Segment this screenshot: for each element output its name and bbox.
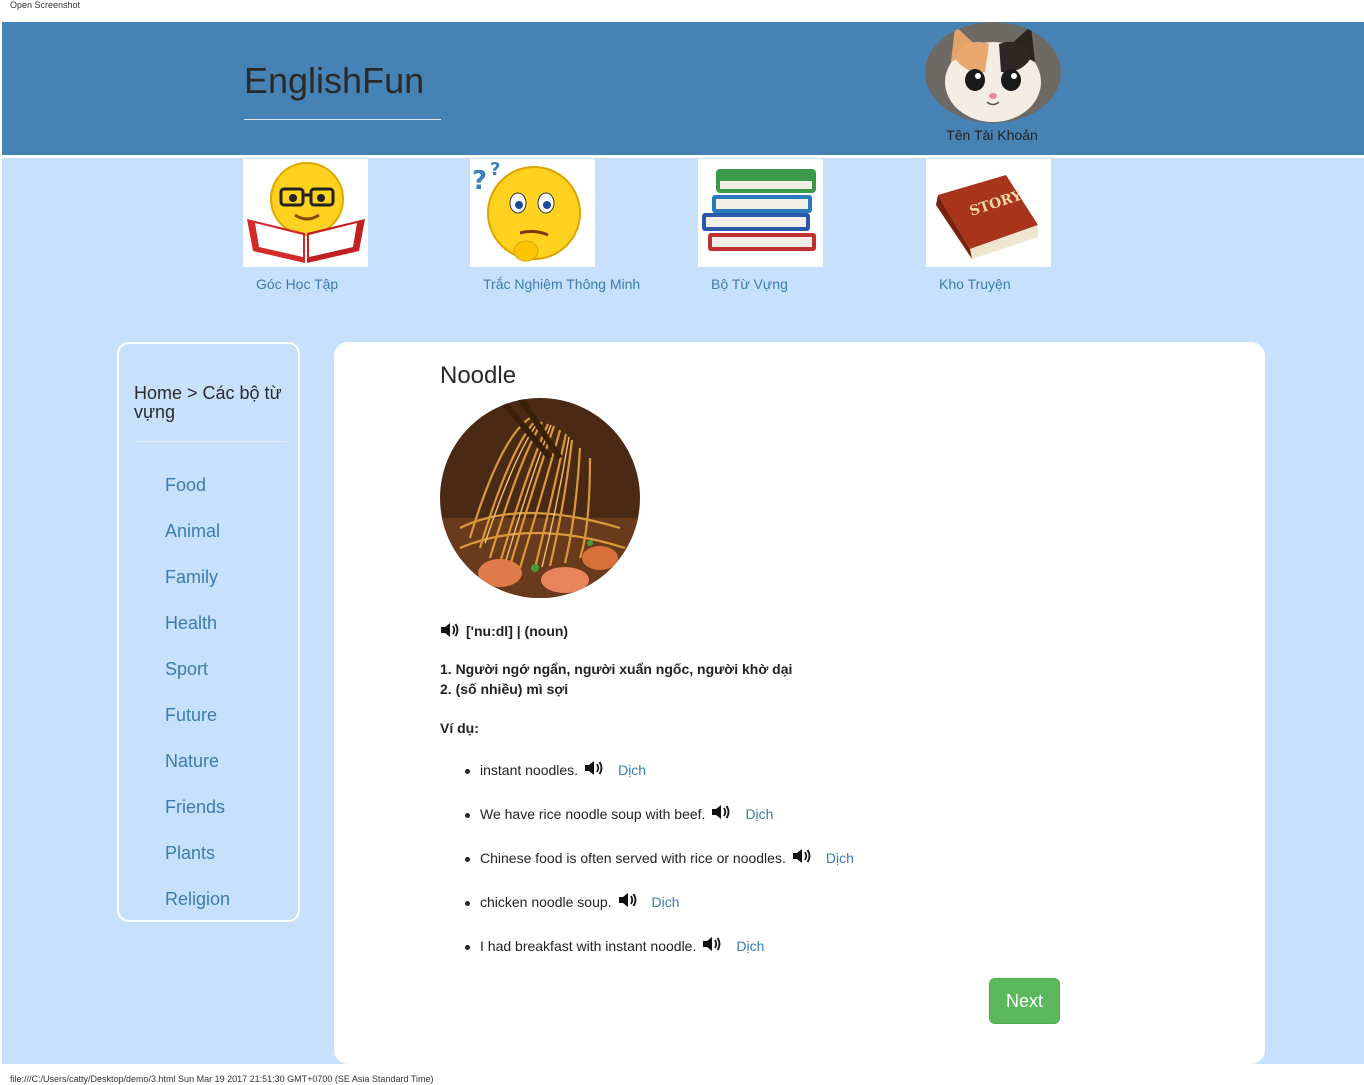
story-book-icon[interactable]: STORY bbox=[926, 159, 1051, 267]
examples-heading: Ví dụ: bbox=[440, 720, 479, 736]
sidebar-item-future[interactable]: Future bbox=[165, 705, 230, 751]
translate-link[interactable]: Dịch bbox=[826, 850, 854, 866]
speaker-icon[interactable] bbox=[584, 760, 604, 779]
breadcrumb[interactable]: Home > Các bộ từ vựng bbox=[134, 384, 294, 422]
header-banner bbox=[2, 22, 1364, 155]
example-item: instant noodles. Dịch bbox=[465, 760, 854, 806]
brand-logo[interactable]: EnglishFun bbox=[244, 60, 424, 102]
feature-goc-hoc-tap[interactable]: Góc Học Tập bbox=[243, 159, 368, 292]
example-item: chicken noodle soup. Dịch bbox=[465, 892, 854, 938]
cat-avatar-icon bbox=[925, 22, 1061, 123]
example-item: Chinese food is often served with rice o… bbox=[465, 848, 854, 894]
sidebar-divider bbox=[134, 441, 286, 442]
example-text: instant noodles. bbox=[480, 762, 579, 778]
word-card: Noodle ['nu:dl] | (noun) 1. Người ngớ ng… bbox=[334, 342, 1265, 1064]
feature-bo-tu-vung[interactable]: Bộ Từ Vựng bbox=[698, 159, 823, 292]
sidebar-item-food[interactable]: Food bbox=[165, 475, 230, 521]
thinking-emoji-icon[interactable]: ? ? bbox=[470, 159, 595, 267]
pronunciation-text: ['nu:dl] | (noun) bbox=[466, 622, 569, 639]
noodle-photo-icon bbox=[440, 398, 640, 598]
svg-text:?: ? bbox=[472, 166, 487, 196]
translate-link[interactable]: Dịch bbox=[745, 806, 773, 822]
category-sidebar: Home > Các bộ từ vựng Food Animal Family… bbox=[117, 342, 300, 922]
sidebar-item-family[interactable]: Family bbox=[165, 567, 230, 613]
feature-label[interactable]: Kho Truyện bbox=[939, 276, 1011, 292]
speaker-icon[interactable] bbox=[711, 804, 731, 823]
translate-link[interactable]: Dịch bbox=[652, 894, 680, 910]
speaker-icon[interactable] bbox=[792, 848, 812, 867]
pronunciation-row: ['nu:dl] | (noun) bbox=[440, 620, 568, 641]
sidebar-item-nature[interactable]: Nature bbox=[165, 751, 230, 797]
noodle-image bbox=[440, 398, 640, 598]
example-text: Chinese food is often served with rice o… bbox=[480, 850, 786, 866]
next-button[interactable]: Next bbox=[989, 978, 1060, 1024]
print-header: Open Screenshot bbox=[10, 0, 81, 10]
reading-emoji-icon[interactable] bbox=[243, 159, 368, 267]
feature-trac-nghiem[interactable]: ? ? Trắc Nghiệm Thông Minh bbox=[470, 159, 640, 292]
word-title: Noodle bbox=[440, 362, 517, 389]
account-name[interactable]: Tên Tài Khoản bbox=[925, 127, 1059, 143]
avatar[interactable] bbox=[925, 22, 1061, 123]
sidebar-item-plants[interactable]: Plants bbox=[165, 843, 230, 889]
feature-label[interactable]: Góc Học Tập bbox=[256, 276, 338, 292]
example-text: chicken noodle soup. bbox=[480, 894, 612, 910]
sidebar-item-religion[interactable]: Religion bbox=[165, 889, 230, 935]
sidebar-item-sport[interactable]: Sport bbox=[165, 659, 230, 705]
svg-text:?: ? bbox=[490, 159, 500, 180]
example-text: I had breakfast with instant noodle. bbox=[480, 938, 697, 954]
category-list: Food Animal Family Health Sport Future N… bbox=[165, 475, 230, 935]
feature-label[interactable]: Trắc Nghiệm Thông Minh bbox=[483, 276, 640, 292]
feature-kho-truyen[interactable]: STORY Kho Truyện bbox=[926, 159, 1051, 292]
example-text: We have rice noodle soup with beef. bbox=[480, 806, 706, 822]
book-stack-icon[interactable] bbox=[698, 159, 823, 267]
sidebar-item-health[interactable]: Health bbox=[165, 613, 230, 659]
feature-label[interactable]: Bộ Từ Vựng bbox=[711, 276, 788, 292]
example-item: We have rice noodle soup with beef. Dịch bbox=[465, 804, 854, 850]
translate-link[interactable]: Dịch bbox=[736, 938, 764, 954]
speaker-icon[interactable] bbox=[440, 622, 460, 641]
speaker-icon[interactable] bbox=[702, 936, 722, 955]
sidebar-item-animal[interactable]: Animal bbox=[165, 521, 230, 567]
examples-list: instant noodles. Dịch We have rice noodl… bbox=[465, 760, 854, 982]
translate-link[interactable]: Dịch bbox=[618, 762, 646, 778]
print-footer: file:///C:/Users/catty/Desktop/demo/3.ht… bbox=[10, 1074, 434, 1084]
definitions: 1. Người ngớ ngẩn, người xuẩn ngốc, ngườ… bbox=[440, 659, 792, 699]
definition-item: 2. (số nhiều) mì sợi bbox=[440, 681, 569, 697]
definition-item: 1. Người ngớ ngẩn, người xuẩn ngốc, ngườ… bbox=[440, 661, 793, 677]
sidebar-item-friends[interactable]: Friends bbox=[165, 797, 230, 843]
example-item: I had breakfast with instant noodle. Dịc… bbox=[465, 936, 854, 982]
speaker-icon[interactable] bbox=[618, 892, 638, 911]
brand-divider bbox=[244, 119, 441, 120]
